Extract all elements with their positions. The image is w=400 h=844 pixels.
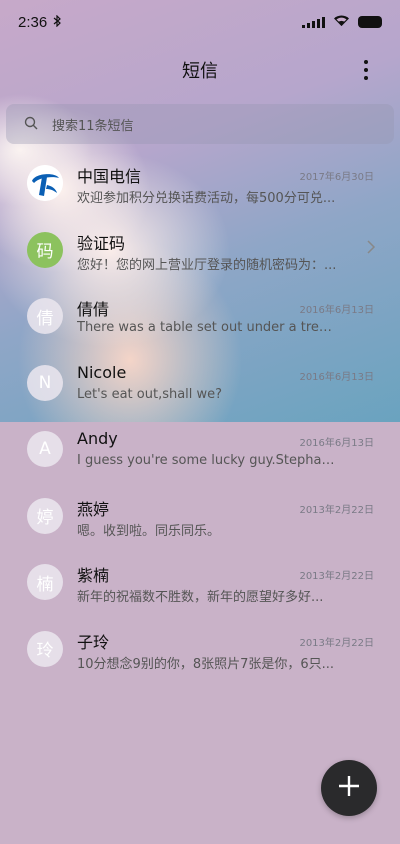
message-preview: 欢迎参加积分兑换话费活动，每500分可兑... — [77, 191, 336, 206]
status-icons — [302, 13, 382, 31]
conversation-item[interactable]: 婷 燕婷 2013年2月22日 嗯。收到啦。同乐同乐。 — [0, 483, 400, 550]
avatar: 玲 — [27, 630, 63, 667]
contact-name: Andy — [77, 429, 118, 448]
chevron-right-icon — [366, 239, 376, 254]
avatar: 楠 — [27, 564, 63, 601]
message-date: 2017年6月30日 — [299, 172, 374, 183]
search-input[interactable]: 搜索11条短信 — [52, 115, 134, 134]
contact-name: Nicole — [77, 362, 127, 382]
conversation-list: 中国电信 2017年6月30日 欢迎参加积分兑换话费活动，每500分可兑... … — [0, 150, 400, 682]
conversation-item[interactable]: 楠 紫楠 2013年2月22日 新年的祝福数不胜数，新年的愿望好多好... — [0, 549, 400, 616]
compose-button[interactable] — [321, 760, 377, 816]
search-icon — [24, 115, 38, 134]
avatar: 倩 — [27, 298, 63, 335]
contact-name: 验证码 — [77, 233, 126, 253]
bluetooth-icon — [53, 14, 62, 30]
message-preview: Let's eat out,shall we? — [77, 386, 223, 402]
message-preview: I guess you're some lucky guy.Stephani..… — [77, 453, 339, 468]
status-time: 2:36 — [18, 13, 48, 31]
avatar: A — [27, 431, 63, 468]
conversation-item-china-telecom[interactable]: 中国电信 2017年6月30日 欢迎参加积分兑换话费活动，每500分可兑... — [0, 150, 400, 217]
message-date: 2016年6月13日 — [299, 305, 374, 316]
search-bar[interactable]: 搜索11条短信 — [6, 104, 394, 144]
contact-name: 燕婷 — [77, 499, 110, 519]
message-preview: 嗯。收到啦。同乐同乐。 — [77, 523, 221, 539]
status-bar: 2:36 — [0, 0, 400, 44]
china-telecom-logo-icon — [27, 165, 63, 202]
contact-name: 倩倩 — [77, 300, 110, 319]
avatar: 婷 — [27, 497, 63, 534]
conversation-item[interactable]: 玲 子玲 2013年2月22日 10分想念9别的你，8张照片7张是你，6只... — [0, 616, 400, 683]
conversation-item[interactable]: N Nicole 2016年6月13日 Let's eat out,shall … — [0, 350, 400, 417]
more-options-button[interactable] — [356, 58, 376, 82]
contact-name: 紫楠 — [77, 566, 110, 585]
more-vertical-icon — [364, 60, 368, 64]
signal-icon — [302, 16, 325, 28]
message-preview: 10分想念9别的你，8张照片7张是你，6只... — [77, 656, 335, 672]
message-date: 2016年6月13日 — [299, 371, 374, 383]
message-date: 2013年2月22日 — [299, 637, 374, 649]
battery-icon — [358, 16, 382, 28]
contact-name: 子玲 — [77, 632, 110, 652]
wifi-icon — [333, 13, 350, 31]
avatar: N — [27, 364, 63, 401]
message-date: 2016年6月13日 — [299, 438, 374, 449]
contact-name: 中国电信 — [77, 167, 142, 186]
conversation-item-verification-code[interactable]: 码 验证码 您好！您的网上营业厅登录的随机密码为：... — [0, 217, 400, 284]
conversation-item[interactable]: A Andy 2016年6月13日 I guess you're some lu… — [0, 416, 400, 483]
conversation-item[interactable]: 倩 倩倩 2016年6月13日 There was a table set ou… — [0, 283, 400, 350]
avatar: 码 — [27, 231, 63, 268]
message-preview: There was a table set out under a tree i… — [77, 320, 339, 335]
plus-icon — [338, 775, 360, 801]
message-date: 2013年2月22日 — [299, 571, 374, 582]
app-header: 短信 — [0, 48, 400, 92]
message-preview: 新年的祝福数不胜数，新年的愿望好多好... — [77, 590, 324, 605]
message-preview: 您好！您的网上营业厅登录的随机密码为：... — [77, 257, 337, 273]
page-title: 短信 — [182, 61, 218, 82]
message-date: 2013年2月22日 — [299, 504, 374, 516]
